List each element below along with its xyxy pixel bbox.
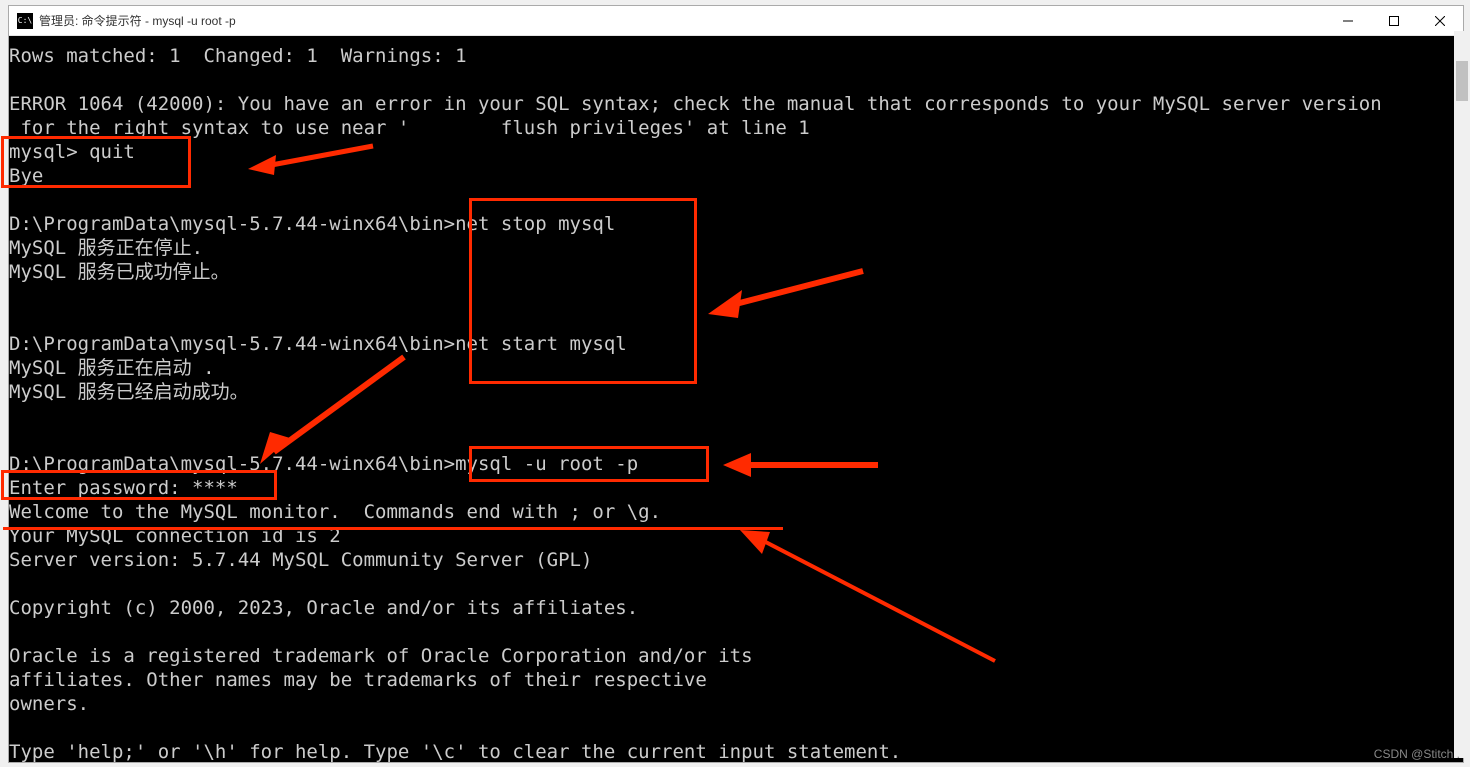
watermark: CSDN @Stitch .	[1374, 747, 1460, 761]
command-prompt-window: C:\ 管理员: 命令提示符 - mysql -u root -p Rows m…	[8, 5, 1464, 763]
maximize-button[interactable]	[1371, 6, 1417, 35]
window-controls	[1325, 6, 1463, 35]
vertical-scrollbar[interactable]	[1454, 31, 1470, 758]
titlebar[interactable]: C:\ 管理员: 命令提示符 - mysql -u root -p	[9, 6, 1463, 36]
terminal-content: Rows matched: 1 Changed: 1 Warnings: 1 E…	[9, 44, 1382, 762]
window-title: 管理员: 命令提示符 - mysql -u root -p	[39, 12, 1325, 29]
scrollbar-thumb[interactable]	[1456, 61, 1468, 101]
cmd-icon: C:\	[17, 13, 33, 29]
terminal-area[interactable]: Rows matched: 1 Changed: 1 Warnings: 1 E…	[9, 36, 1463, 762]
minimize-button[interactable]	[1325, 6, 1371, 35]
